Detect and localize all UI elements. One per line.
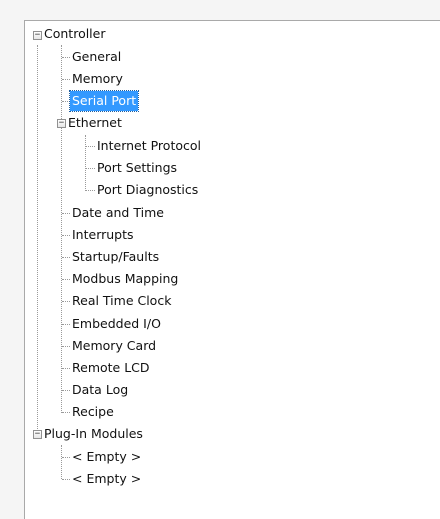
controller-tree-view[interactable]: − Controller General Memory Serial Port … [25,21,440,519]
tree-item-serial-port[interactable]: Serial Port [68,90,140,112]
tree-item-internet-protocol[interactable]: Internet Protocol [95,136,203,156]
tree-item-recipe[interactable]: Recipe [70,402,116,422]
tree-branch [62,324,70,325]
tree-item-embedded-io[interactable]: Embedded I/O [70,314,163,334]
tree-item-plugin-modules[interactable]: Plug-In Modules [42,424,145,444]
tree-item-general[interactable]: General [70,47,123,67]
collapse-controller-icon[interactable]: − [33,31,42,40]
tree-item-startup-faults[interactable]: Startup/Faults [70,247,161,267]
tree-item-modbus-mapping[interactable]: Modbus Mapping [70,269,180,289]
tree-branch [86,168,95,169]
tree-item-empty-slot-2[interactable]: < Empty > [70,469,143,489]
tree-item-remote-lcd[interactable]: Remote LCD [70,358,152,378]
tree-branch [62,257,70,258]
tree-branch [62,279,70,280]
tree-item-empty-slot-1[interactable]: < Empty > [70,447,143,467]
tree-branch [62,457,70,458]
tree-branch [62,368,70,369]
tree-item-real-time-clock[interactable]: Real Time Clock [70,291,173,311]
tree-item-data-log[interactable]: Data Log [70,380,130,400]
tree-branch [86,190,95,191]
tree-branch [86,146,95,147]
tree-connector-plugin-modules [61,445,62,479]
collapse-plugin-modules-icon[interactable]: − [33,430,42,439]
tree-branch [62,412,70,413]
tree-item-memory-card[interactable]: Memory Card [70,336,158,356]
tree-view-panel: − Controller General Memory Serial Port … [24,20,440,519]
tree-branch [62,301,70,302]
tree-branch [62,346,70,347]
tree-item-memory[interactable]: Memory [70,69,125,89]
tree-item-interrupts[interactable]: Interrupts [70,225,136,245]
tree-branch [62,101,70,102]
tree-branch [62,213,70,214]
tree-branch [62,57,70,58]
tree-item-date-and-time[interactable]: Date and Time [70,203,166,223]
tree-item-port-settings[interactable]: Port Settings [95,158,179,178]
tree-connector-root [37,45,38,437]
tree-branch [62,390,70,391]
tree-connector-ethernet [85,135,86,191]
collapse-ethernet-icon[interactable]: − [57,119,66,128]
tree-branch [62,479,70,480]
tree-item-port-diagnostics[interactable]: Port Diagnostics [95,180,200,200]
tree-item-ethernet[interactable]: Ethernet [66,113,124,133]
tree-branch [62,235,70,236]
tree-branch [62,79,70,80]
tree-item-controller[interactable]: Controller [42,24,108,44]
